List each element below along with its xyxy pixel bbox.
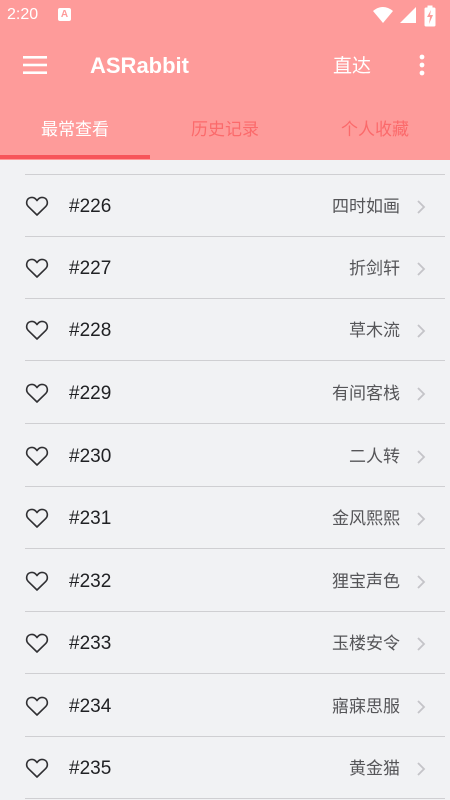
chevron-right-icon [417,324,426,338]
list-item[interactable]: #226 四时如画 [0,175,450,237]
chevron-right-icon [417,262,426,276]
list-item[interactable]: #231 金风熙熙 [0,487,450,549]
chevron-right-icon [417,762,426,776]
list-divider [25,798,445,799]
chevron-right-icon [417,512,426,526]
item-name: 黄金猫 [349,759,400,779]
list-divider [25,673,445,674]
list-item[interactable]: #233 玉楼安令 [0,612,450,674]
item-number: #228 [69,320,112,341]
status-bar: 2:20 A [0,0,450,32]
heart-outline-icon[interactable] [25,257,49,279]
list-item[interactable]: #228 草木流 [0,299,450,361]
item-number: #226 [69,196,112,217]
chevron-right-icon [417,637,426,651]
item-name: 草木流 [349,321,400,341]
more-vertical-icon[interactable] [412,52,432,78]
chevron-right-icon [417,387,426,401]
heart-outline-icon[interactable] [25,382,49,404]
item-name: 有间客栈 [332,384,400,404]
heart-outline-icon[interactable] [25,632,49,654]
item-number: #229 [69,383,112,404]
item-number: #227 [69,258,112,279]
item-name: 二人转 [349,447,400,467]
wifi-icon [373,7,393,23]
item-name: 四时如画 [332,197,400,217]
battery-charging-icon [424,5,436,27]
heart-outline-icon[interactable] [25,570,49,592]
list-item[interactable]: #227 折剑轩 [0,237,450,299]
item-number: #234 [69,696,112,717]
list-divider [25,360,445,361]
item-list[interactable]: #226 四时如画 #227 折剑轩 #228 草木流 #229 有间客栈 #2… [0,160,450,800]
item-number: #235 [69,758,112,779]
item-name: 寤寐思服 [332,697,400,717]
list-item[interactable]: #235 黄金猫 [0,737,450,799]
status-icons [372,5,442,27]
status-time: 2:20 [7,6,39,23]
notification-app-letter: A [60,9,69,20]
chevron-right-icon [417,200,426,214]
item-name: 玉楼安令 [332,634,400,654]
list-item[interactable]: #234 寤寐思服 [0,675,450,737]
item-name: 狸宝声色 [332,572,400,592]
menu-icon[interactable] [20,52,50,78]
chevron-right-icon [417,450,426,464]
direct-button[interactable]: 直达 [333,51,371,81]
notification-app-icon: A [58,8,71,21]
item-number: #230 [69,446,112,467]
item-number: #232 [69,571,112,592]
list-item[interactable]: #229 有间客栈 [0,362,450,424]
item-number: #231 [69,508,112,529]
heart-outline-icon[interactable] [25,695,49,717]
tab-most-viewed[interactable]: 最常查看 [0,98,150,160]
heart-outline-icon[interactable] [25,757,49,779]
tab-history[interactable]: 历史记录 [150,98,300,160]
tab-bar: 最常查看 历史记录 个人收藏 [0,98,450,160]
app-title: ASRabbit [90,53,189,78]
list-divider [25,423,445,424]
list-item[interactable]: #232 狸宝声色 [0,550,450,612]
heart-outline-icon[interactable] [25,507,49,529]
item-name: 折剑轩 [349,259,400,279]
list-item[interactable]: #230 二人转 [0,425,450,487]
heart-outline-icon[interactable] [25,445,49,467]
app-bar: ASRabbit 直达 [0,32,450,98]
heart-outline-icon[interactable] [25,319,49,341]
tab-favorites[interactable]: 个人收藏 [300,98,450,160]
chevron-right-icon [417,575,426,589]
signal-icon [400,7,416,23]
item-name: 金风熙熙 [332,509,400,529]
header: 2:20 A ASRabbit 直达 最常查看 历史记录 个人收藏 [0,0,450,160]
heart-outline-icon[interactable] [25,195,49,217]
chevron-right-icon [417,700,426,714]
list-divider [25,548,445,549]
item-number: #233 [69,633,112,654]
tab-indicator [0,155,150,159]
